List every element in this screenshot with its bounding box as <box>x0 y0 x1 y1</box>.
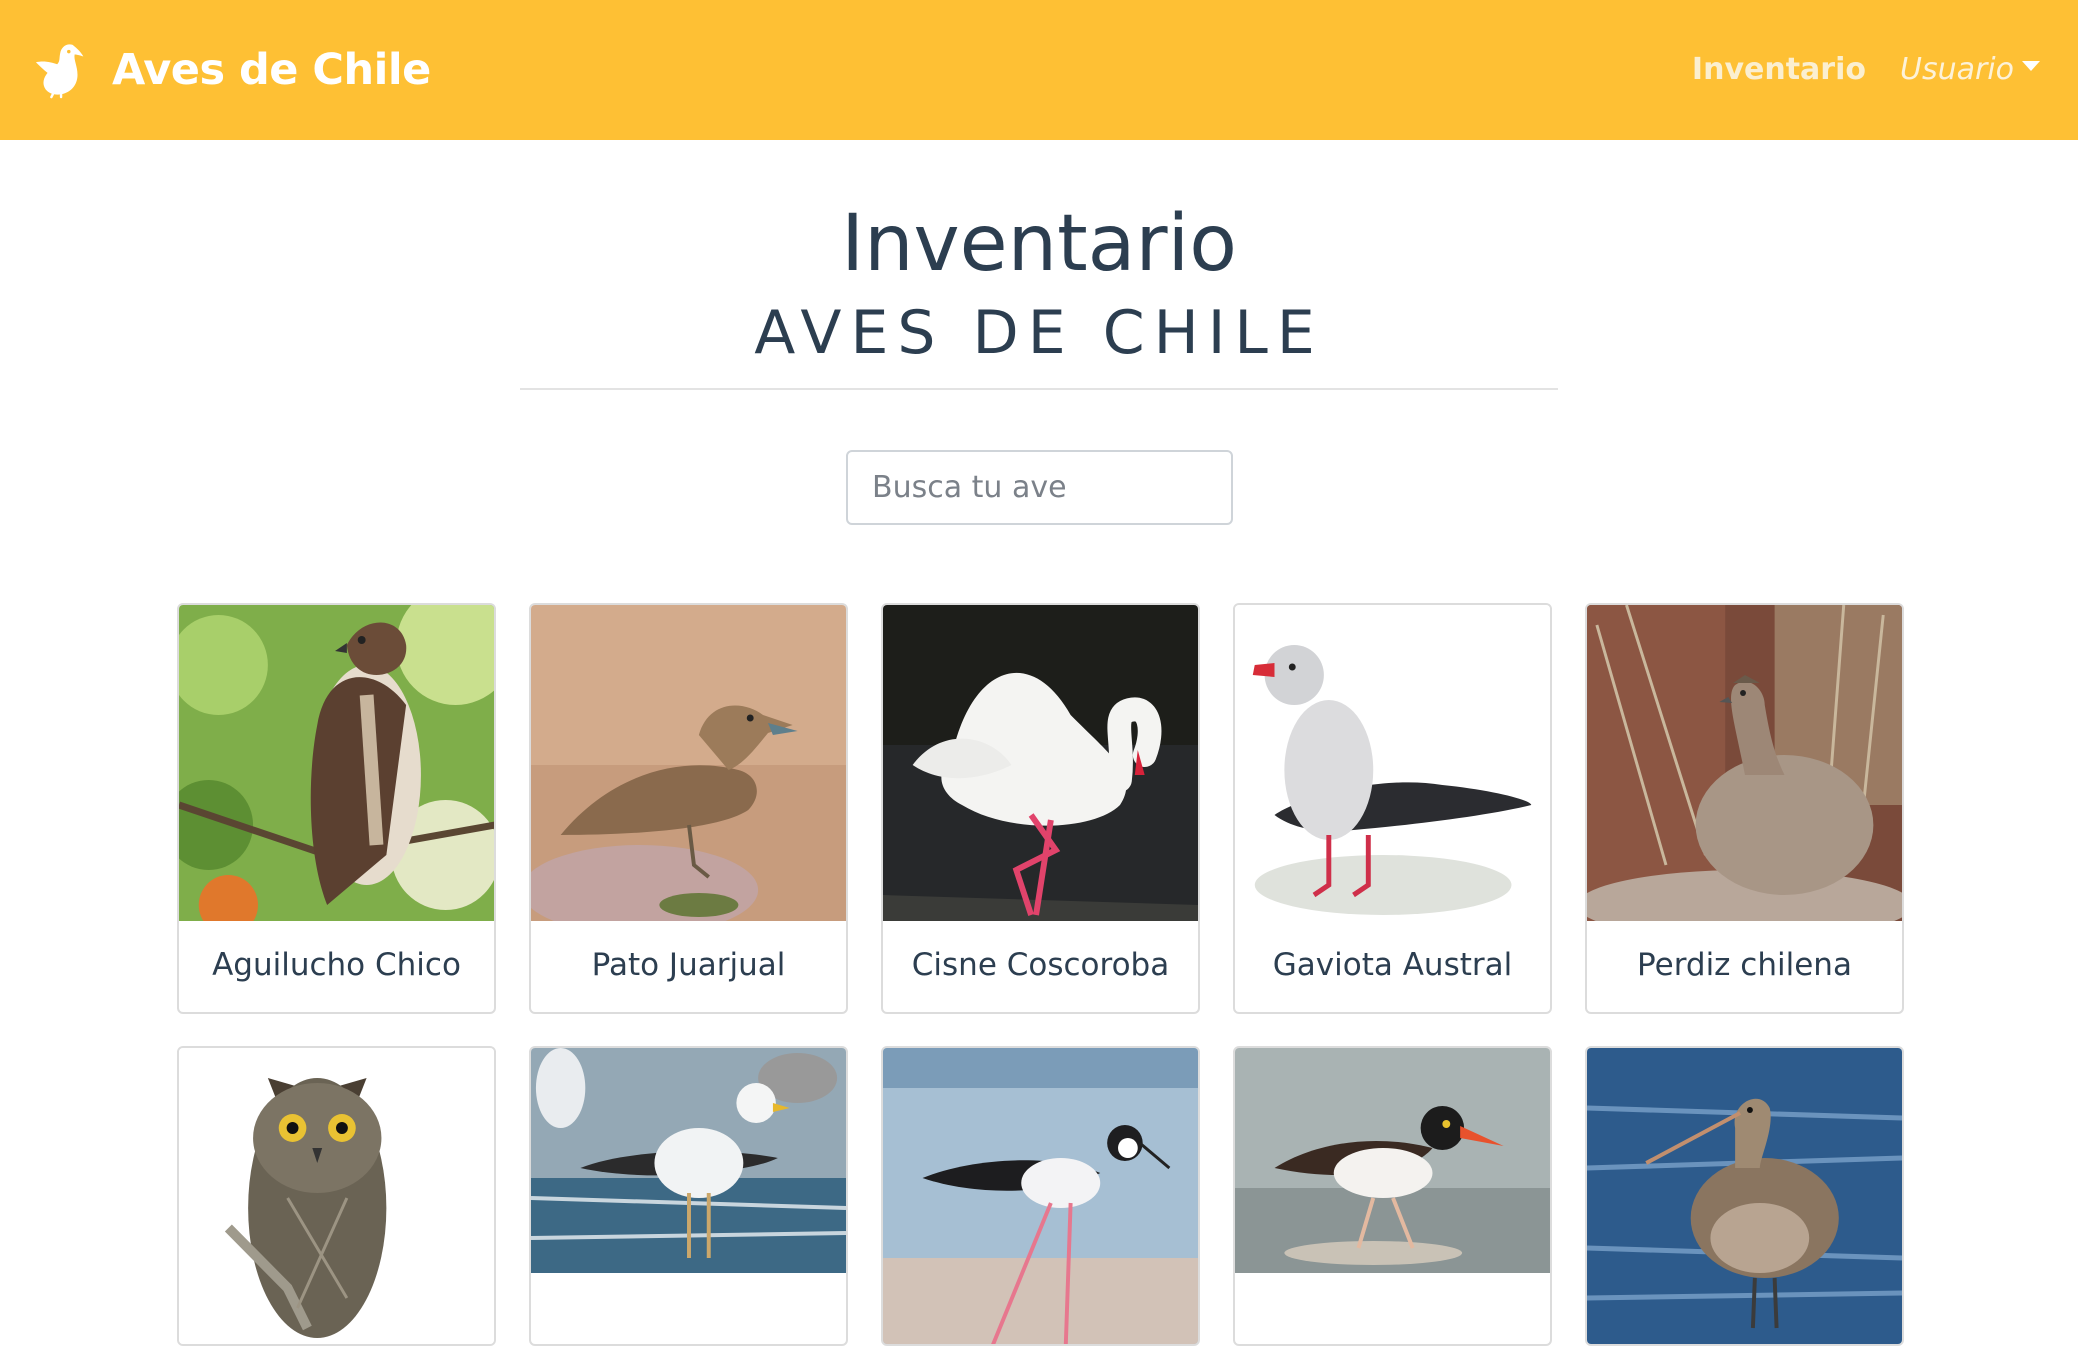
bird-photo-swan <box>883 605 1198 921</box>
bird-logo-icon <box>35 44 84 99</box>
bird-photo-stilt <box>883 1048 1198 1344</box>
bird-name: Cisne Coscoroba <box>911 947 1170 983</box>
search-input[interactable] <box>846 450 1233 525</box>
bird-card[interactable]: Perdiz chilena <box>1585 603 1904 1014</box>
nav-usuario-dropdown[interactable]: Usuario <box>1900 52 2040 87</box>
bird-photo-kelp-gull <box>531 1048 846 1273</box>
bird-card[interactable] <box>177 1046 496 1346</box>
brand-link[interactable]: Aves de Chile <box>34 40 431 100</box>
bird-photo-duck <box>531 605 846 921</box>
bird-name <box>531 1273 846 1299</box>
bird-card[interactable] <box>529 1046 848 1346</box>
bird-name: Gaviota Austral <box>1272 947 1513 983</box>
bird-card[interactable] <box>1233 1046 1552 1346</box>
bird-card[interactable]: Pato Juarjual <box>529 603 848 1014</box>
bird-card[interactable] <box>1585 1046 1904 1346</box>
bird-card[interactable]: Aguilucho Chico <box>177 603 496 1014</box>
bird-card[interactable] <box>881 1046 1200 1346</box>
bird-name: Perdiz chilena <box>1637 947 1852 983</box>
bird-photo-gull <box>1235 605 1550 921</box>
bird-photo-hawk <box>179 605 494 921</box>
bird-photo-partridge <box>1587 605 1902 921</box>
brand-title: Aves de Chile <box>112 45 431 95</box>
header-divider <box>520 388 1558 390</box>
nav-links: Inventario Usuario <box>1692 46 2040 92</box>
bird-photo-oystercatcher <box>1235 1048 1550 1273</box>
bird-name: Aguilucho Chico <box>212 947 461 983</box>
nav-usuario-label: Usuario <box>1899 51 2014 87</box>
caret-down-icon <box>2022 61 2040 71</box>
navbar: Aves de Chile Inventario Usuario <box>0 0 2078 140</box>
bird-name <box>1235 1273 1550 1299</box>
bird-photo-owl <box>179 1048 494 1344</box>
bird-photo-godwit <box>1587 1048 1902 1344</box>
nav-inventario-link[interactable]: Inventario <box>1692 52 1866 87</box>
bird-card[interactable]: Gaviota Austral <box>1233 603 1552 1014</box>
bird-card[interactable]: Cisne Coscoroba <box>881 603 1200 1014</box>
bird-name: Pato Juarjual <box>591 947 786 983</box>
page-title: Inventario <box>841 199 1237 289</box>
page-subtitle: AVES DE CHILE <box>754 298 1324 368</box>
